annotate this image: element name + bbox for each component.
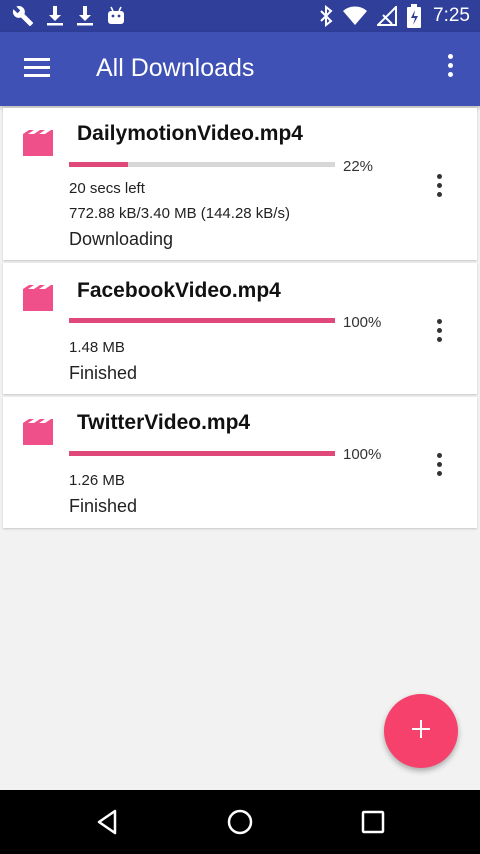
status-bar: 7:25	[0, 0, 480, 32]
download-icon	[46, 5, 64, 27]
download-status: Finished	[69, 363, 138, 383]
progress-bar	[69, 318, 335, 323]
video-file-icon	[23, 419, 55, 445]
file-name: DailymotionVideo.mp4	[77, 122, 303, 145]
download-item[interactable]: DailymotionVideo.mp4 22% 20 secs left 77…	[3, 108, 477, 260]
no-signal-icon	[377, 6, 398, 26]
progress-percent: 22%	[343, 158, 374, 175]
android-icon	[106, 6, 126, 26]
bluetooth-icon	[319, 5, 333, 27]
download-list: DailymotionVideo.mp4 22% 20 secs left 77…	[3, 108, 477, 531]
video-file-icon	[23, 130, 55, 156]
progress-bar	[69, 451, 335, 456]
download-item[interactable]: TwitterVideo.mp4 100% 1.26 MB Finished	[3, 397, 477, 528]
progress-percent: 100%	[343, 446, 382, 463]
back-icon[interactable]	[90, 804, 126, 840]
video-file-icon	[23, 285, 55, 311]
wrench-icon	[12, 5, 34, 27]
more-vert-icon[interactable]	[431, 453, 447, 481]
navigation-bar	[0, 790, 480, 854]
download-status: Downloading	[69, 229, 174, 249]
file-size: 1.26 MB	[69, 472, 125, 489]
file-name: TwitterVideo.mp4	[77, 411, 251, 434]
app-bar: All Downloads	[0, 32, 480, 106]
home-icon[interactable]	[222, 804, 258, 840]
more-vert-icon[interactable]	[440, 54, 460, 84]
more-vert-icon[interactable]	[431, 319, 447, 347]
progress-bar	[69, 162, 335, 167]
time-left: 20 secs left	[69, 180, 145, 197]
progress-percent: 100%	[343, 314, 382, 331]
file-size: 772.88 kB/3.40 MB (144.28 kB/s)	[69, 205, 290, 222]
status-time: 7:25	[433, 5, 470, 26]
battery-charging-icon	[407, 4, 422, 28]
download-item[interactable]: FacebookVideo.mp4 100% 1.48 MB Finished	[3, 263, 477, 394]
download-status: Finished	[69, 496, 138, 516]
add-download-button[interactable]	[384, 694, 458, 768]
page-title: All Downloads	[96, 54, 255, 82]
download-icon	[76, 5, 94, 27]
file-name: FacebookVideo.mp4	[77, 279, 281, 302]
hamburger-icon[interactable]	[24, 58, 50, 78]
recents-icon[interactable]	[355, 804, 391, 840]
file-size: 1.48 MB	[69, 339, 125, 356]
wifi-icon	[343, 6, 368, 26]
plus-icon	[411, 719, 431, 744]
more-vert-icon[interactable]	[431, 174, 447, 202]
